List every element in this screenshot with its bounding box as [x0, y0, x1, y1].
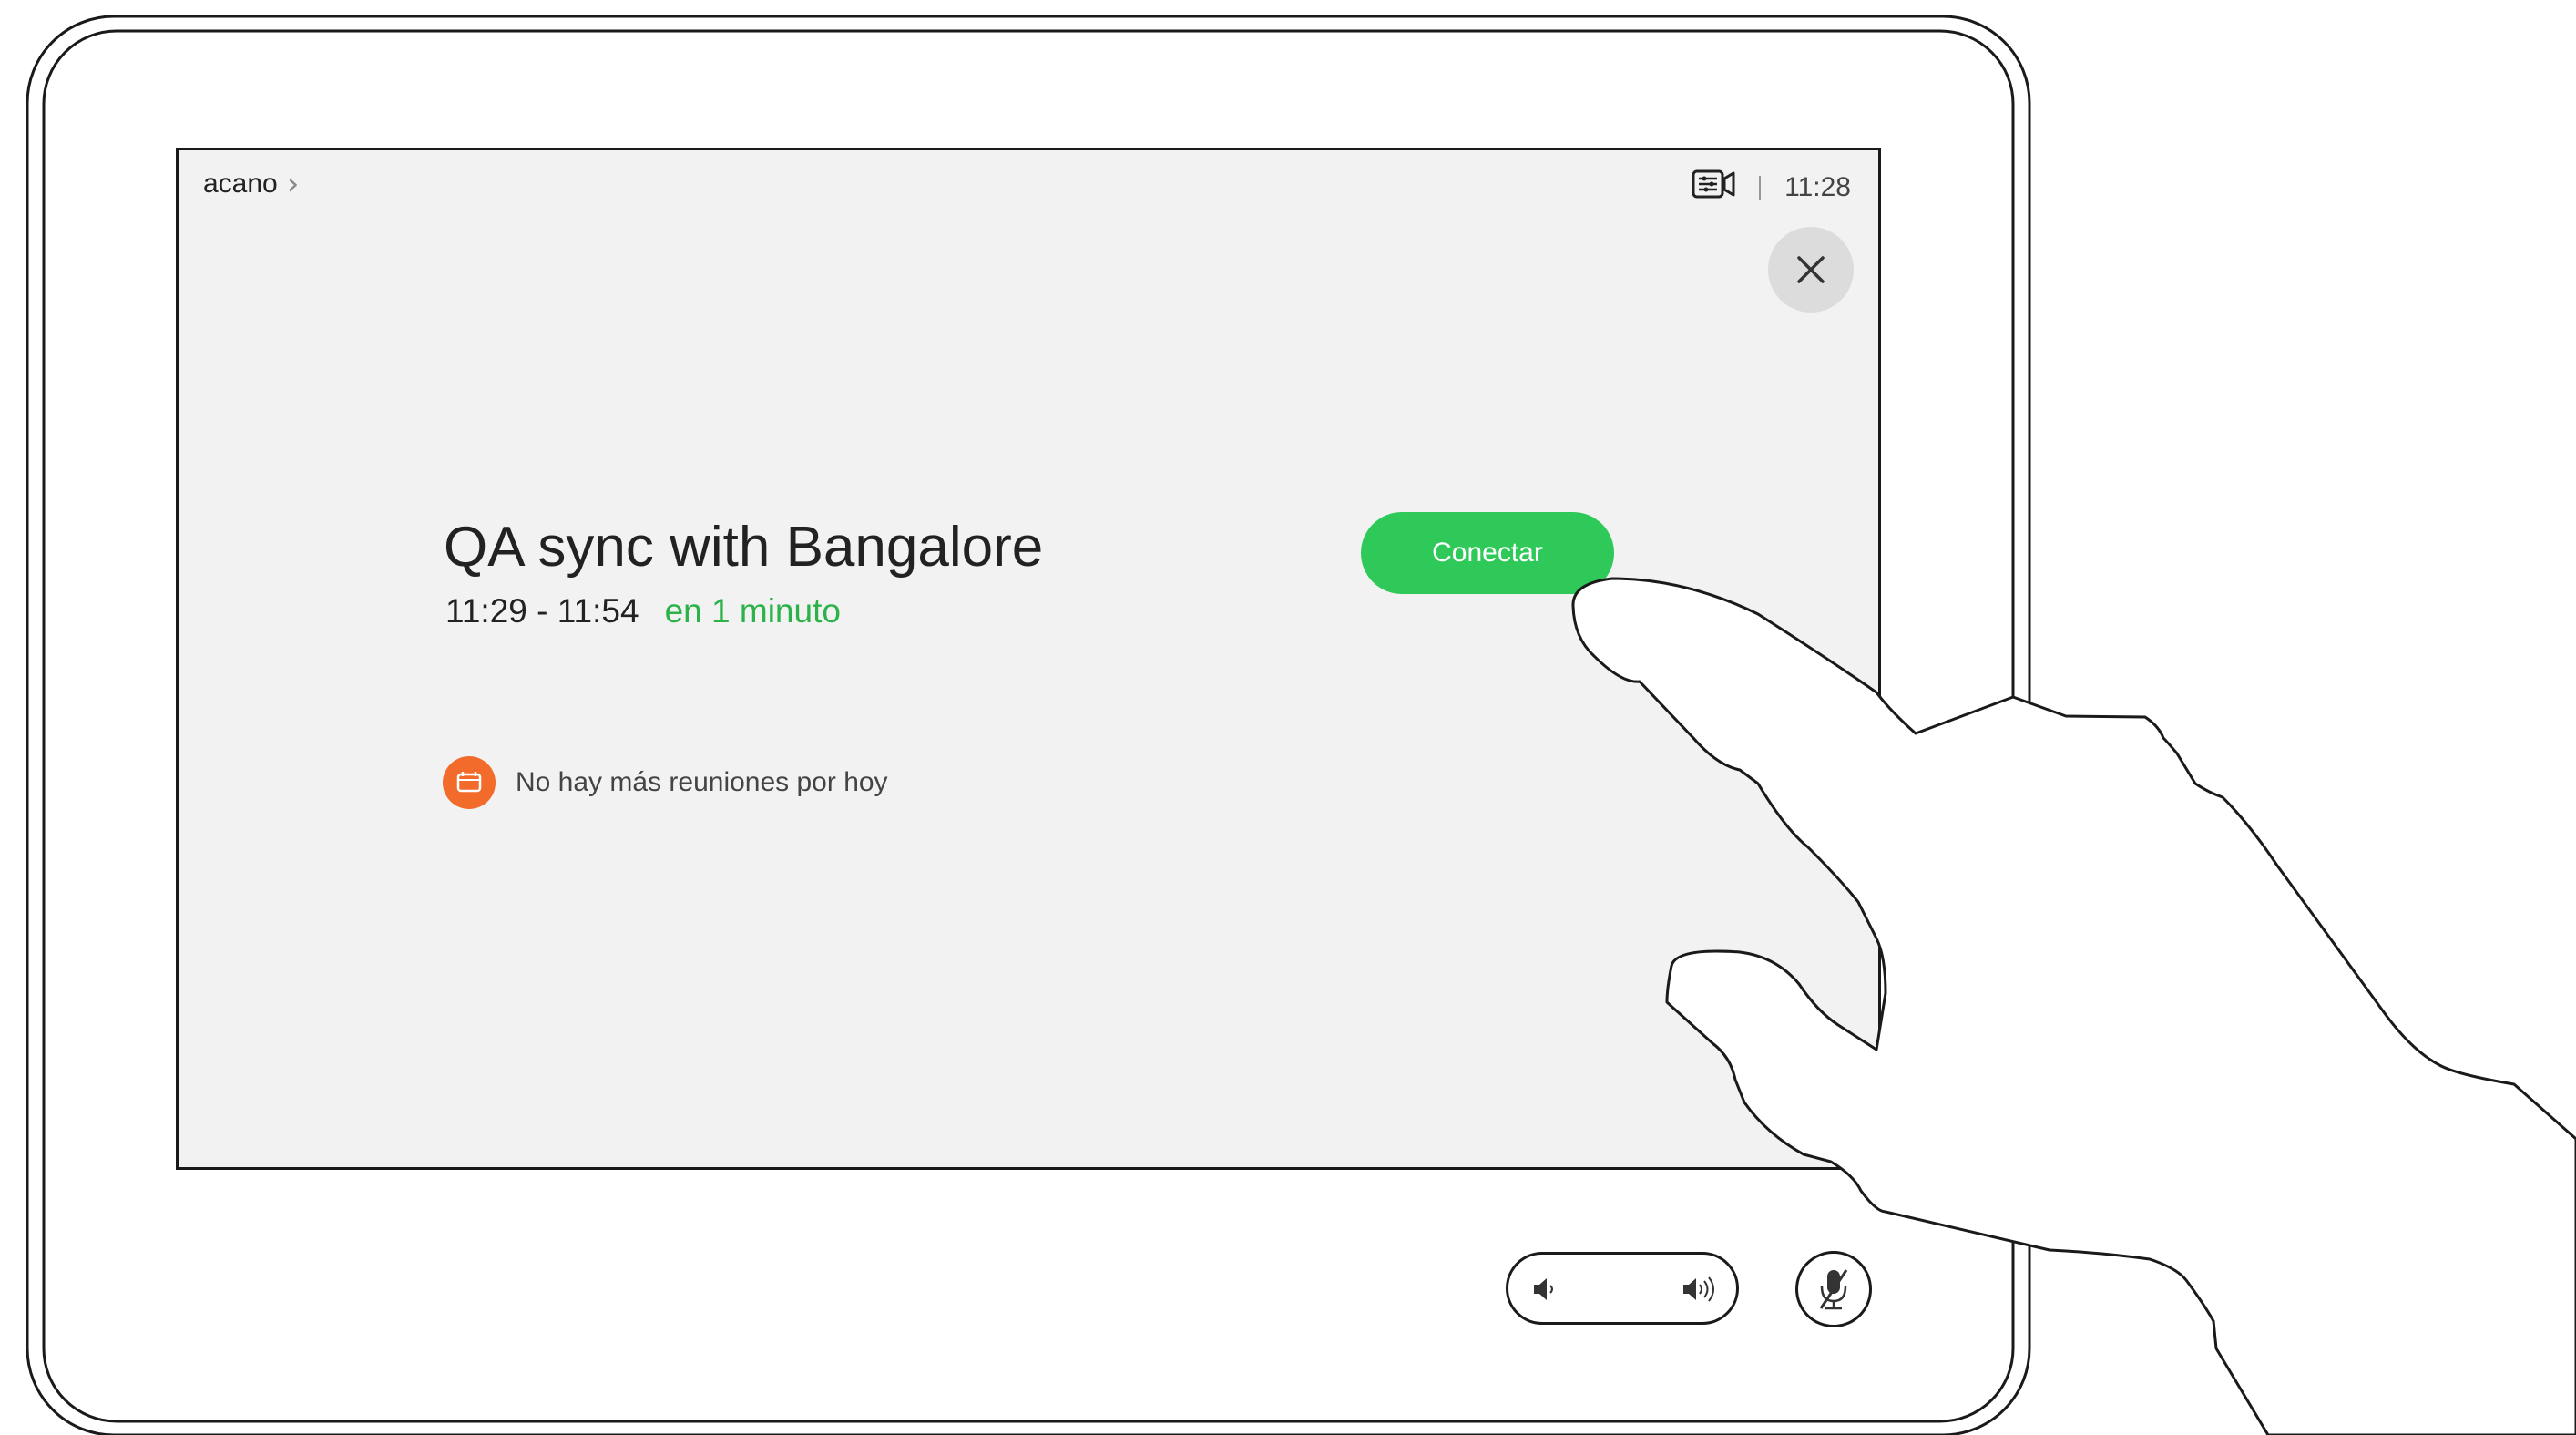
connect-button[interactable]: Conectar: [1361, 512, 1614, 594]
camera-settings-icon[interactable]: [1692, 169, 1735, 207]
volume-control[interactable]: [1506, 1252, 1739, 1325]
meeting-time-row: 11:29 - 11:54 en 1 minuto: [445, 592, 841, 630]
meeting-relative-time: en 1 minuto: [664, 592, 841, 630]
no-more-meetings-text: No hay más reuniones por hoy: [516, 767, 888, 797]
no-more-meetings-notice: No hay más reuniones por hoy: [443, 756, 888, 809]
volume-down-icon[interactable]: [1528, 1273, 1561, 1306]
meeting-title: QA sync with Bangalore: [444, 516, 1044, 579]
meeting-time-range: 11:29 - 11:54: [445, 592, 639, 630]
clock: 11:28: [1784, 172, 1851, 202]
illustration: acano › 11:28 QA sync with Bangalore 11:…: [0, 0, 2576, 1435]
calendar-icon: [443, 756, 496, 809]
device-name: acano: [203, 169, 278, 199]
close-button[interactable]: [1768, 227, 1854, 313]
breadcrumb[interactable]: acano ›: [203, 169, 299, 200]
status-divider: [1759, 176, 1762, 200]
chevron-right-icon: ›: [286, 166, 300, 202]
touch-screen: acano › 11:28 QA sync with Bangalore 11:…: [176, 148, 1881, 1170]
status-bar: 11:28: [1692, 169, 1851, 207]
volume-up-icon[interactable]: [1680, 1273, 1720, 1306]
close-icon: [1797, 256, 1825, 283]
mute-button[interactable]: [1795, 1251, 1872, 1327]
microphone-muted-icon: [1819, 1269, 1848, 1310]
